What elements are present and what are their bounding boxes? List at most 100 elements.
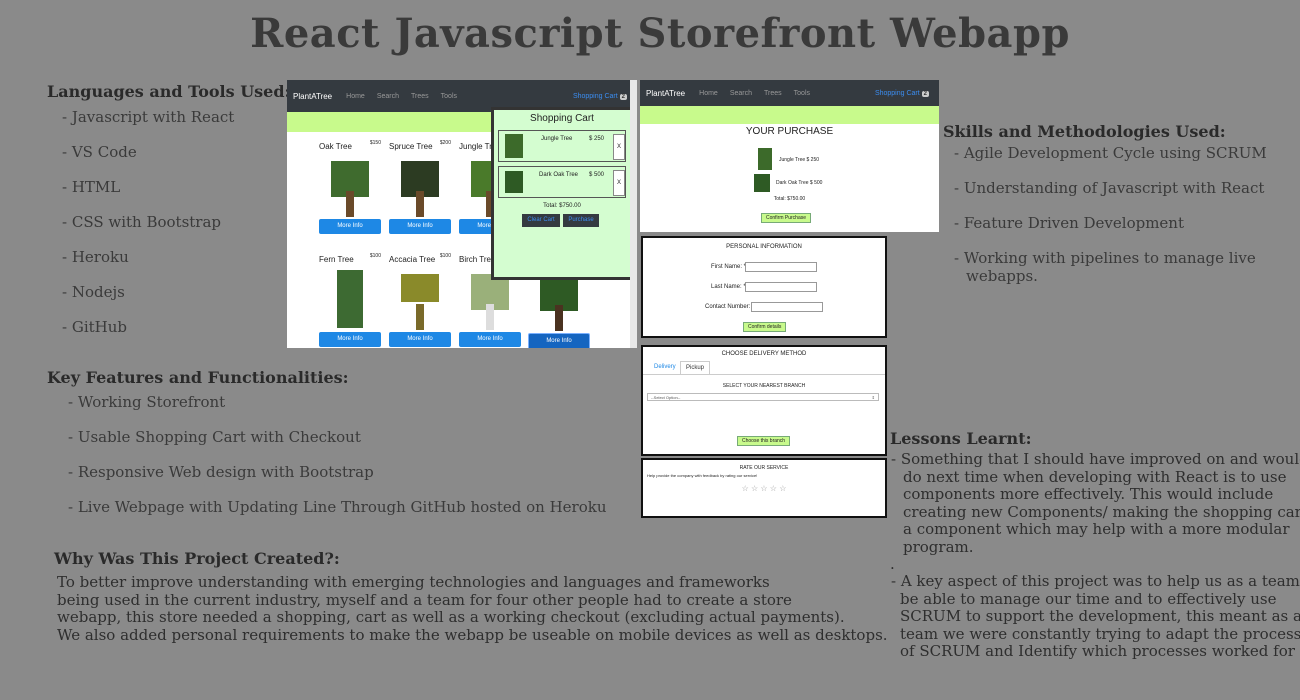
lesson-line: - Something that I should have improved …	[891, 450, 1300, 468]
purchase-total: Total: $750.00	[773, 196, 806, 202]
product-card: Fern Tree $100 More Info	[319, 253, 381, 347]
lesson-line: program.	[903, 537, 974, 556]
clear-cart-button[interactable]: Clear Cart	[522, 214, 560, 227]
language-item: - VS Code	[62, 143, 137, 161]
language-item: - Javascript with React	[62, 108, 235, 126]
nav-trees[interactable]: Trees	[764, 90, 782, 97]
page-title: React Javascript Storefront Webapp	[250, 10, 1070, 57]
nav-trees[interactable]: Trees	[411, 93, 429, 100]
branch-heading: SELECT YOUR NEAREST BRANCH	[722, 383, 806, 389]
purchase-screenshot: PlantATree Home Search Trees Tools Shopp…	[640, 80, 939, 232]
cart-count-badge: 2	[921, 90, 929, 97]
nav-search[interactable]: Search	[377, 93, 399, 100]
cart-link-label: Shopping Cart	[874, 89, 920, 97]
confirm-details-button[interactable]: Confirm details	[743, 322, 787, 332]
more-info-button[interactable]: More Info	[319, 219, 381, 234]
why-line: We also added personal requirements to m…	[57, 625, 888, 644]
feature-item: - Live Webpage with Updating Line Throug…	[68, 498, 607, 516]
confirm-purchase-button[interactable]: Confirm Purchase	[761, 213, 812, 223]
cart-item: Jungle Tree $ 250 X	[498, 130, 626, 162]
tab-pickup[interactable]: Pickup	[680, 361, 711, 374]
delivery-form: CHOOSE DELIVERY METHOD Delivery Pickup S…	[641, 345, 887, 456]
rate-description: Help provide the company with feedback b…	[647, 473, 758, 478]
product-price: $100	[439, 253, 451, 259]
tree-thumbnail	[505, 171, 523, 193]
more-info-button[interactable]: More Info	[389, 219, 451, 234]
nav-search[interactable]: Search	[730, 90, 752, 97]
lesson-line: team we were constantly trying to adapt …	[900, 624, 1300, 643]
scrollbar[interactable]	[630, 80, 637, 348]
fern-tree-image	[327, 268, 373, 330]
purchase-button[interactable]: Purchase	[563, 214, 599, 227]
skill-item: - Understanding of Javascript with React	[954, 179, 1265, 197]
more-info-button[interactable]: More Info	[319, 332, 381, 347]
cart-item-name: Dark Oak Tree	[539, 172, 579, 178]
cart-link-label: Shopping Cart	[572, 92, 618, 100]
jungle-tree-thumbnail	[758, 148, 772, 170]
dark-oak-tree-thumbnail	[754, 174, 770, 192]
spruce-tree-image	[397, 155, 443, 217]
shopping-cart-popup: Shopping Cart Jungle Tree $ 250 X Dark O…	[491, 107, 633, 280]
why-heading: Why Was This Project Created?:	[54, 549, 340, 568]
more-info-button[interactable]: More Info	[528, 333, 590, 348]
shopping-cart-link[interactable]: Shopping Cart 2	[875, 90, 929, 97]
product-card: Oak Tree $150 More Info	[319, 140, 381, 234]
feature-item: - Responsive Web design with Bootstrap	[68, 463, 374, 481]
more-info-button[interactable]: More Info	[459, 332, 521, 347]
product-card: Accacia Tree $100 More Info	[389, 253, 451, 347]
shopping-cart-link[interactable]: Shopping Cart 2	[573, 93, 627, 100]
cart-item: Dark Oak Tree $ 500 X	[498, 166, 626, 198]
feature-item: - Usable Shopping Cart with Checkout	[68, 428, 361, 446]
purchase-heading: YOUR PURCHASE	[745, 126, 834, 137]
lesson-line: be able to manage our time and to effect…	[900, 589, 1277, 608]
oak-tree-image	[327, 155, 373, 217]
lesson-line: - A key aspect of this project was to he…	[891, 572, 1300, 590]
lesson-line: a component which may help with a more m…	[903, 520, 1290, 538]
nav-home[interactable]: Home	[699, 90, 718, 97]
rate-service-form: RATE OUR SERVICE Help provide the compan…	[641, 458, 887, 518]
why-line: being used in the current industry, myse…	[57, 590, 792, 609]
remove-item-button[interactable]: X	[613, 170, 625, 196]
language-item: - GitHub	[62, 318, 127, 336]
more-info-button[interactable]: More Info	[389, 332, 451, 347]
first-name-input[interactable]	[745, 262, 817, 272]
last-name-input[interactable]	[745, 282, 817, 292]
star-rating[interactable]: ☆ ☆ ☆ ☆ ☆	[643, 484, 885, 493]
accacia-tree-image	[397, 268, 443, 330]
delivery-heading: CHOOSE DELIVERY METHOD	[721, 351, 807, 357]
nav-home[interactable]: Home	[346, 93, 365, 100]
lesson-line: creating new Components/ making the shop…	[903, 502, 1300, 521]
cart-title: Shopping Cart	[530, 113, 594, 124]
language-item: - Nodejs	[62, 283, 125, 301]
cart-count-badge: 2	[619, 93, 627, 100]
nav-tools[interactable]: Tools	[441, 93, 457, 100]
lessons-heading: Lessons Learnt:	[890, 429, 1032, 448]
brand-logo[interactable]: PlantATree	[646, 89, 685, 98]
feature-item: - Working Storefront	[68, 393, 226, 411]
lesson-line: SCRUM to support the development, this m…	[900, 607, 1300, 625]
lesson-paragraph-2: - A key aspect of this project was to he…	[891, 572, 1300, 661]
purchase-navbar: PlantATree Home Search Trees Tools Shopp…	[640, 80, 939, 106]
remove-item-button[interactable]: X	[613, 134, 625, 160]
green-banner	[640, 106, 939, 124]
tree-thumbnail	[505, 134, 523, 158]
languages-heading: Languages and Tools Used:	[47, 82, 291, 101]
choose-branch-button[interactable]: Choose this branch	[737, 436, 791, 446]
brand-logo[interactable]: PlantATree	[293, 92, 332, 101]
rate-heading: RATE OUR SERVICE	[739, 465, 789, 471]
first-name-label: First Name: *	[711, 264, 747, 270]
contact-number-input[interactable]	[751, 302, 823, 312]
contact-number-label: Contact Number: *	[705, 304, 755, 310]
product-price: $150	[369, 140, 381, 146]
cart-item-price: $ 250	[589, 136, 605, 142]
skill-item: - Working with pipelines to manage live	[954, 249, 1256, 267]
lesson-paragraph-1: - Something that I should have improved …	[891, 450, 1300, 556]
lesson-line: of SCRUM and Identify which processes wo…	[900, 642, 1300, 660]
product-price: $200	[439, 140, 451, 146]
skill-item: webapps.	[966, 267, 1038, 285]
skill-item: - Agile Development Cycle using SCRUM	[954, 144, 1267, 162]
purchase-item: Dark Oak Tree $ 500	[776, 180, 823, 186]
branch-select[interactable]: --Select Option-- ⇕	[647, 393, 879, 401]
tab-delivery[interactable]: Delivery	[649, 361, 681, 373]
nav-tools[interactable]: Tools	[794, 90, 810, 97]
